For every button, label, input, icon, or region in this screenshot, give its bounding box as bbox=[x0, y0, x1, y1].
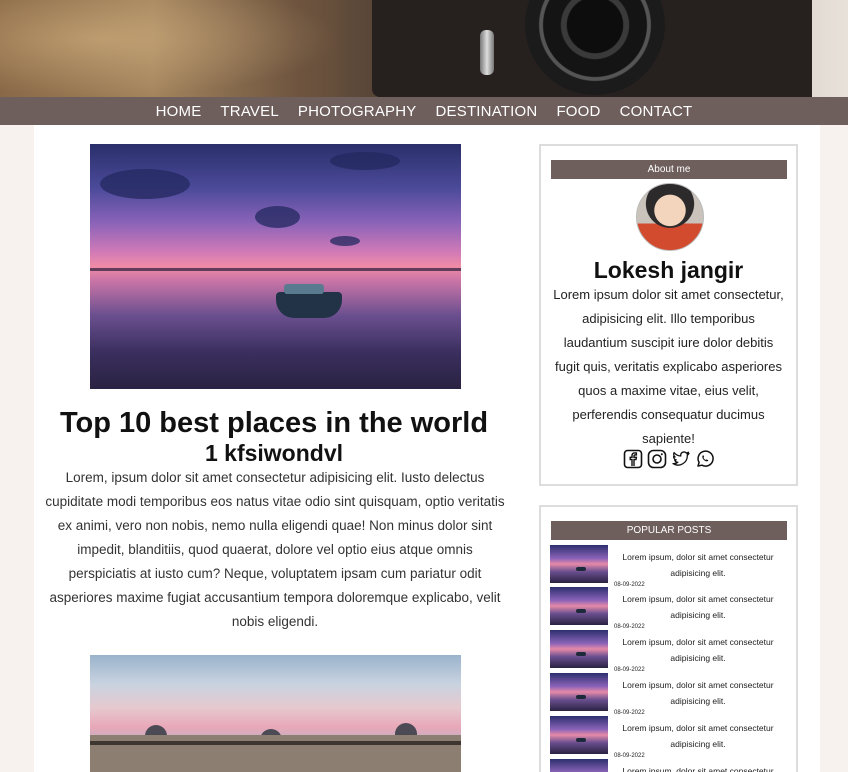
twitter-icon[interactable] bbox=[671, 449, 691, 469]
instagram-icon[interactable] bbox=[647, 449, 667, 469]
boat-shape bbox=[276, 284, 342, 318]
popular-post-item[interactable]: Lorem ipsum, dolor sit amet consectetur … bbox=[550, 759, 794, 772]
facebook-icon[interactable] bbox=[623, 449, 643, 469]
camera-knob bbox=[480, 30, 494, 75]
post-title[interactable]: Top 10 best places in the world bbox=[34, 407, 514, 440]
hero-banner bbox=[0, 0, 848, 97]
popular-post-thumb bbox=[550, 716, 608, 754]
main-nav: HOME TRAVEL PHOTOGRAPHY DESTINATION FOOD… bbox=[0, 97, 848, 125]
popular-post-item[interactable]: Lorem ipsum, dolor sit amet consectetur … bbox=[550, 716, 794, 759]
popular-post-text: Lorem ipsum, dolor sit amet consectetur … bbox=[622, 637, 774, 663]
post-body: Lorem, ipsum dolor sit amet consectetur … bbox=[45, 470, 505, 629]
popular-post-thumb bbox=[550, 759, 608, 772]
page-content: Top 10 best places in the world 1 kfsiwo… bbox=[34, 125, 820, 772]
hero-map-image bbox=[0, 0, 340, 97]
nav-travel[interactable]: TRAVEL bbox=[220, 103, 278, 120]
social-links bbox=[623, 449, 715, 469]
popular-post-thumb bbox=[550, 587, 608, 625]
nav-home[interactable]: HOME bbox=[156, 103, 202, 120]
nav-food[interactable]: FOOD bbox=[556, 103, 600, 120]
popular-post-text: Lorem ipsum, dolor sit amet consectetur … bbox=[622, 680, 774, 706]
whatsapp-icon[interactable] bbox=[695, 449, 715, 469]
popular-post-item[interactable]: Lorem ipsum, dolor sit amet consectetur … bbox=[550, 545, 794, 588]
popular-post-thumb bbox=[550, 673, 608, 711]
author-name: Lokesh jangir bbox=[593, 257, 744, 283]
popular-heading: POPULAR POSTS bbox=[551, 521, 787, 540]
popular-post-item[interactable]: Lorem ipsum, dolor sit amet consectetur … bbox=[550, 630, 794, 673]
about-heading: About me bbox=[551, 160, 787, 179]
nav-photography[interactable]: PHOTOGRAPHY bbox=[298, 103, 417, 120]
about-text: Lorem ipsum dolor sit amet consectetur, … bbox=[553, 287, 784, 446]
popular-post-item[interactable]: Lorem ipsum, dolor sit amet consectetur … bbox=[550, 587, 794, 630]
nav-destination[interactable]: DESTINATION bbox=[436, 103, 538, 120]
about-me-card: About me Lokesh jangir Lorem ipsum dolor… bbox=[539, 144, 798, 486]
popular-post-text: Lorem ipsum, dolor sit amet consectetur … bbox=[622, 552, 774, 578]
popular-post-thumb bbox=[550, 630, 608, 668]
nav-contact[interactable]: CONTACT bbox=[620, 103, 693, 120]
post-image-city[interactable] bbox=[90, 655, 461, 772]
popular-post-text: Lorem ipsum, dolor sit amet consectetur … bbox=[622, 723, 774, 749]
avatar bbox=[636, 183, 704, 251]
popular-post-item[interactable]: Lorem ipsum, dolor sit amet consectetur … bbox=[550, 673, 794, 716]
popular-post-text: Lorem ipsum, dolor sit amet consectetur … bbox=[622, 766, 774, 772]
post-image-sunset-boat[interactable] bbox=[90, 144, 461, 389]
post-subtitle: 1 kfsiwondvl bbox=[204, 440, 344, 466]
popular-post-thumb bbox=[550, 545, 608, 583]
popular-posts-card: POPULAR POSTS Lorem ipsum, dolor sit ame… bbox=[539, 505, 798, 772]
popular-post-text: Lorem ipsum, dolor sit amet consectetur … bbox=[622, 594, 774, 620]
